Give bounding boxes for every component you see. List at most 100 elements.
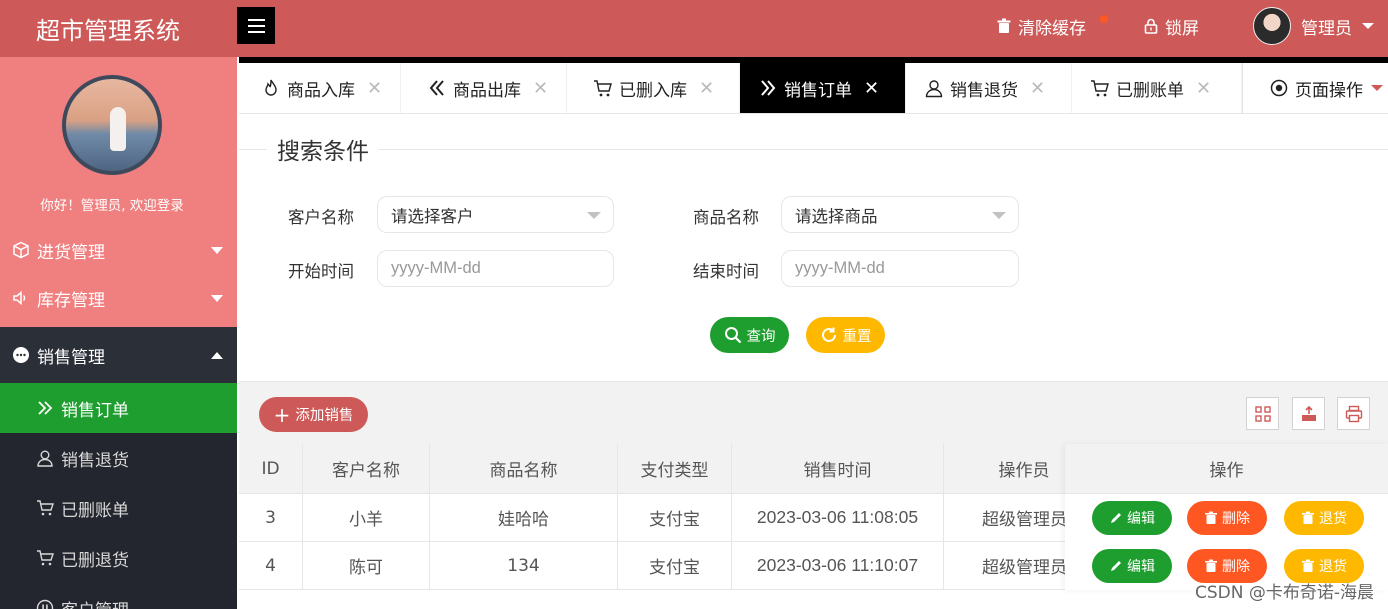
close-icon[interactable]: ✕	[367, 78, 382, 99]
cell-sale-time: 2023-03-06 11:10:07	[732, 542, 944, 589]
sidebar-item-label: 已删退货	[61, 550, 129, 571]
chevron-up-icon	[211, 351, 223, 359]
cart-icon	[37, 550, 54, 566]
sidebar-item-sales-order[interactable]: 销售订单	[0, 383, 237, 433]
sidebar-item-label: 销售订单	[61, 400, 129, 421]
target-icon	[1270, 79, 1288, 97]
edit-label: 编辑	[1127, 511, 1155, 527]
cart-icon	[594, 80, 612, 97]
menu-toggle-button[interactable]	[237, 7, 275, 44]
clear-cache-button[interactable]: 清除缓存	[996, 0, 1108, 52]
close-icon[interactable]: ✕	[1196, 78, 1211, 99]
tab-label: 已删入库	[619, 80, 687, 101]
trash-icon	[1205, 559, 1217, 572]
reset-button[interactable]: 重置	[806, 317, 885, 353]
nav-label: 销售管理	[37, 347, 105, 368]
query-button[interactable]: 查询	[710, 317, 789, 353]
chevron-down-icon	[992, 212, 1006, 219]
tab-sales-return[interactable]: 销售退货 ✕	[906, 63, 1072, 113]
return-button[interactable]: 退货	[1284, 501, 1364, 535]
sidebar-item-deleted-returns[interactable]: 已删退货	[0, 533, 237, 583]
user-icon	[37, 450, 53, 467]
page-ops-label: 页面操作	[1295, 80, 1363, 101]
cell-id: 3	[239, 494, 303, 541]
start-time-input[interactable]: yyyy-MM-dd	[377, 250, 614, 287]
col-product[interactable]: 商品名称	[430, 444, 618, 493]
chat-icon	[13, 347, 29, 363]
cell-customer: 陈可	[303, 542, 430, 589]
top-header: 超市管理系统 清除缓存 锁屏 管理员	[0, 0, 1388, 57]
chevron-down-icon	[1371, 85, 1383, 91]
close-icon[interactable]: ✕	[1030, 78, 1045, 99]
tab-label: 商品入库	[287, 80, 355, 101]
pencil-icon	[1111, 561, 1121, 571]
col-sale-time[interactable]: 销售时间	[732, 444, 944, 493]
col-id[interactable]: ID	[239, 444, 303, 493]
product-select-value: 请选择商品	[795, 206, 878, 226]
customer-select[interactable]: 请选择客户	[377, 196, 614, 233]
sidebar-item-customer-management[interactable]: 客户管理	[0, 583, 237, 609]
cube-icon	[13, 241, 29, 259]
product-label: 商品名称	[693, 208, 759, 227]
nav-label: 进货管理	[37, 242, 105, 263]
customer-label: 客户名称	[288, 208, 354, 227]
tab-product-inbound[interactable]: 商品入库 ✕	[239, 63, 401, 113]
tab-deleted-inbound[interactable]: 已删入库 ✕	[567, 63, 740, 113]
nav-sales-management[interactable]: 销售管理	[0, 327, 237, 383]
sidebar-item-sales-return[interactable]: 销售退货	[0, 433, 237, 483]
page-ops-menu[interactable]: 页面操作	[1242, 63, 1388, 113]
end-time-input[interactable]: yyyy-MM-dd	[781, 250, 1019, 287]
add-sale-button[interactable]: + 添加销售	[259, 397, 368, 432]
columns-filter-button[interactable]	[1246, 397, 1279, 430]
return-label: 退货	[1319, 511, 1347, 527]
tab-deleted-bills[interactable]: 已删账单 ✕	[1072, 63, 1242, 113]
edit-button[interactable]: 编辑	[1092, 501, 1172, 535]
print-icon	[1345, 405, 1362, 422]
col-customer[interactable]: 客户名称	[303, 444, 430, 493]
start-time-label: 开始时间	[288, 262, 354, 281]
delete-button[interactable]: 删除	[1187, 501, 1267, 535]
username: 管理员	[1301, 18, 1352, 39]
end-time-label: 结束时间	[693, 262, 759, 281]
pause-circle-icon	[36, 599, 54, 609]
cell-product: 134	[430, 542, 618, 589]
lock-screen-button[interactable]: 锁屏	[1143, 0, 1199, 52]
return-label: 退货	[1319, 559, 1347, 575]
tabs-bar: 商品入库 ✕ 商品出库 ✕ 已删入库 ✕ 销售订单 ✕ 销售退货 ✕ 已删账单 …	[239, 57, 1388, 114]
nav-purchase-management[interactable]: 进货管理	[0, 225, 237, 275]
tab-product-outbound[interactable]: 商品出库 ✕	[401, 63, 567, 113]
user-menu[interactable]: 管理员	[1253, 0, 1374, 52]
sidebar: 你好！管理员, 欢迎登录 进货管理 库存管理 销售管理 销售订单 销售退货 已删…	[0, 57, 237, 609]
cell-sale-time: 2023-03-06 11:08:05	[732, 494, 944, 541]
search-panel: 搜索条件 客户名称 请选择客户 商品名称 请选择商品 开始时间 yyyy-MM-…	[239, 114, 1388, 381]
cell-id: 4	[239, 542, 303, 589]
chevron-down-icon	[587, 212, 601, 219]
chevron-down-icon	[211, 294, 223, 302]
app-logo[interactable]: 超市管理系统	[0, 0, 237, 57]
close-icon[interactable]: ✕	[533, 78, 548, 99]
add-sale-label: 添加销售	[295, 408, 354, 424]
trash-icon	[1205, 511, 1217, 524]
trash-icon	[997, 18, 1011, 33]
close-icon[interactable]: ✕	[864, 78, 879, 99]
export-button[interactable]	[1292, 397, 1325, 430]
customer-select-value: 请选择客户	[391, 206, 474, 226]
notification-dot	[1100, 15, 1108, 23]
avatar	[1253, 7, 1291, 45]
start-time-placeholder: yyyy-MM-dd	[391, 259, 481, 277]
speaker-icon	[13, 290, 26, 306]
edit-button[interactable]: 编辑	[1092, 549, 1172, 583]
cell-pay-type: 支付宝	[618, 542, 732, 589]
nav-inventory-management[interactable]: 库存管理	[0, 273, 237, 323]
col-pay-type[interactable]: 支付类型	[618, 444, 732, 493]
sidebar-item-deleted-bills[interactable]: 已删账单	[0, 483, 237, 533]
product-select[interactable]: 请选择商品	[781, 196, 1019, 233]
chevron-down-icon	[211, 246, 223, 254]
search-icon	[724, 327, 741, 344]
print-button[interactable]	[1337, 397, 1370, 430]
close-icon[interactable]: ✕	[699, 78, 714, 99]
search-legend: 搜索条件	[267, 132, 379, 166]
edit-label: 编辑	[1127, 559, 1155, 575]
tab-sales-order[interactable]: 销售订单 ✕	[740, 63, 906, 113]
query-label: 查询	[746, 328, 776, 345]
